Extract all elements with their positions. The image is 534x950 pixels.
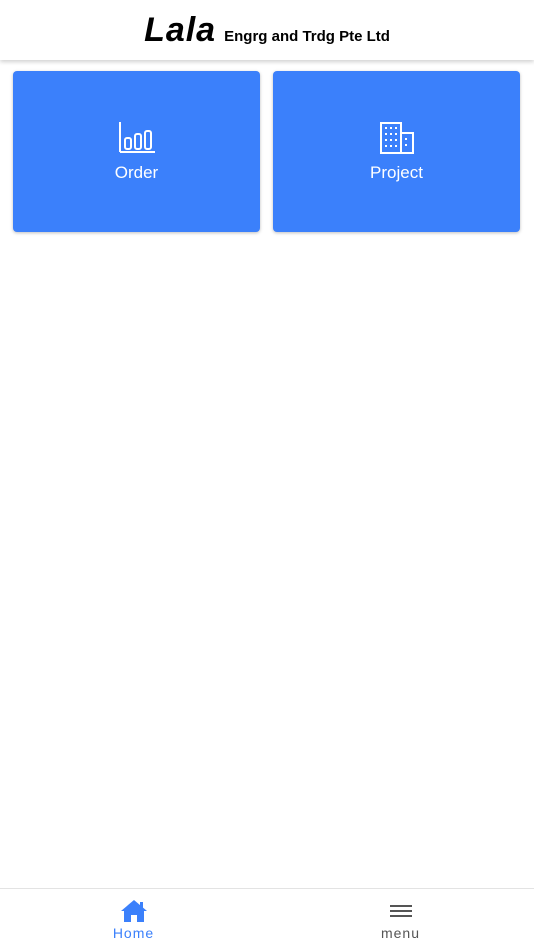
project-tile-label: Project [370, 162, 423, 182]
brand-subtitle: Engrg and Trdg Pte Ltd [224, 27, 390, 45]
company-logo: Lala Engrg and Trdg Pte Ltd [144, 11, 390, 50]
bar-chart-icon [118, 121, 155, 153]
app-header: Lala Engrg and Trdg Pte Ltd [0, 0, 534, 60]
bottom-navigation: Home menu [0, 888, 534, 950]
app-screen: Lala Engrg and Trdg Pte Ltd Order Projec… [0, 0, 534, 950]
nav-menu-label: menu [380, 925, 421, 941]
building-icon [379, 121, 414, 154]
order-tile-label: Order [114, 162, 159, 182]
nav-home-label: Home [112, 925, 155, 941]
nav-item-home[interactable]: Home [0, 889, 267, 950]
home-icon [120, 900, 147, 922]
order-tile[interactable]: Order [13, 71, 260, 232]
dashboard-tiles: Order Project [13, 71, 521, 232]
project-tile[interactable]: Project [273, 71, 520, 232]
brand-name: Lala [144, 10, 217, 49]
nav-item-menu[interactable]: menu [267, 889, 534, 950]
hamburger-menu-icon [389, 905, 412, 917]
